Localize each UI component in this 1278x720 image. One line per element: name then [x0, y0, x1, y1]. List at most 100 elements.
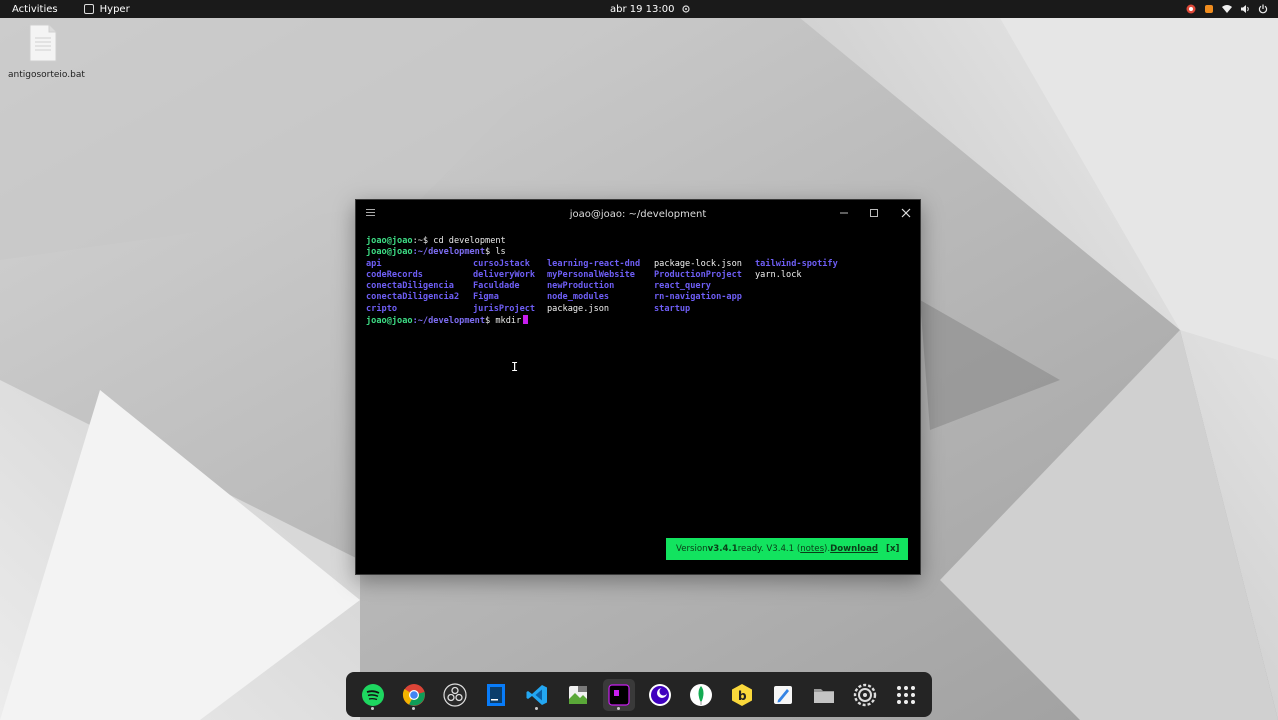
ls-entry-directory: deliveryWork: [473, 269, 536, 280]
running-indicator: [412, 706, 415, 710]
dock-mongodb-compass[interactable]: [685, 679, 717, 711]
prompt-path: :~/development: [412, 316, 486, 327]
prompt-user: joao@joao: [366, 316, 413, 327]
ls-entry-file: [755, 304, 865, 315]
hyper-terminal-icon: [607, 683, 630, 706]
ls-entry-directory: startup: [654, 303, 691, 314]
dock-jetbrains[interactable]: [480, 679, 512, 711]
running-indicator: [535, 706, 538, 710]
command-text: ls: [490, 247, 506, 258]
release-notes-link[interactable]: notes: [800, 544, 824, 554]
settings-icon: [853, 683, 876, 706]
desktop-file-label: antigosorteio.bat: [8, 70, 85, 80]
ls-entry-directory: newProduction: [547, 281, 615, 292]
dock-hyper[interactable]: [602, 678, 635, 711]
wifi-icon[interactable]: [1222, 4, 1232, 14]
terminal-cursor: [523, 315, 529, 325]
ls-entry-directory: Faculdade: [473, 281, 520, 292]
prompt-path: :~$: [412, 236, 429, 246]
ls-entry-directory: node_modules: [547, 292, 610, 303]
dock-beekeeper[interactable]: b: [726, 679, 758, 711]
jetbrains-icon: [486, 683, 505, 706]
download-link[interactable]: Download: [830, 544, 878, 554]
spotify-icon: [361, 683, 384, 706]
dock: b: [346, 672, 932, 717]
ls-entry-file: [755, 281, 865, 292]
ls-entry-directory: api: [366, 258, 382, 269]
svg-text:b: b: [738, 689, 747, 703]
close-icon[interactable]: [900, 207, 912, 219]
chrome-tray-icon[interactable]: [1186, 4, 1196, 14]
ls-entry-file: [755, 292, 865, 303]
dock-insomnia[interactable]: [644, 679, 676, 711]
ls-listing: api cursoJstack learning-react-dnd package-…: [366, 259, 910, 315]
ls-entry-directory: conectaDiligencia: [366, 281, 454, 292]
ls-entry-file: yarn.lock: [755, 269, 802, 280]
dock-files[interactable]: [808, 679, 840, 711]
ls-entry-directory: tailwind-spotify: [755, 258, 838, 269]
app-name: Hyper: [99, 3, 130, 15]
minimize-icon[interactable]: [838, 207, 850, 219]
terminal-title: joao@joao: ~/development: [569, 209, 707, 220]
dock-text-editor[interactable]: [767, 679, 799, 711]
ls-entry-directory: myPersonalWebsite: [547, 269, 635, 280]
ls-entry-directory: learning-react-dnd: [547, 258, 641, 269]
dock-gedit[interactable]: [562, 679, 594, 711]
ibeam-cursor-icon: I: [511, 360, 519, 374]
top-bar: Activities Hyper abr 19 13:00: [0, 0, 1278, 18]
ls-entry-file: package.json: [547, 303, 610, 314]
ls-entry-directory: codeRecords: [366, 269, 423, 280]
app-menu[interactable]: Hyper: [83, 3, 130, 15]
power-icon[interactable]: [1258, 4, 1268, 14]
ls-entry-directory: react_query: [654, 281, 711, 292]
dock-vscode[interactable]: [521, 679, 553, 711]
prompt-user: joao@joao: [366, 236, 413, 246]
ls-entry-directory: rn-navigation-app: [654, 292, 742, 303]
update-version: v3.4.1: [707, 544, 738, 554]
text-editor-icon: [773, 685, 792, 704]
terminal-line: joao@joao:~$ cd development: [366, 236, 910, 247]
app-menu-icon: [83, 4, 94, 14]
update-ready-text: ready. V3.4.1 (: [737, 544, 801, 554]
ls-entry-file: package-lock.json: [654, 258, 742, 269]
gedit-icon: [568, 685, 587, 704]
system-tray: [1186, 0, 1268, 18]
ls-entry-directory: cursoJstack: [473, 258, 530, 269]
ls-entry-directory: jurisProject: [473, 303, 536, 314]
activities-button[interactable]: Activities: [12, 4, 58, 15]
prompt-path: :~/development: [412, 247, 486, 258]
beekeeper-icon: b: [731, 683, 752, 706]
insomnia-icon: [648, 683, 671, 706]
terminal-output[interactable]: joao@joao:~$ cd development joao@joao:~/…: [366, 236, 910, 326]
desktop-file-item[interactable]: antigosorteio.bat: [8, 24, 85, 81]
dismiss-update-button[interactable]: [x]: [886, 544, 899, 554]
ls-entry-directory: Figma: [473, 292, 499, 303]
update-notification: Version v3.4.1 ready. V3.4.1 (notes). Do…: [666, 538, 908, 560]
volume-icon[interactable]: [1240, 4, 1250, 14]
running-indicator: [371, 706, 374, 710]
dock-show-apps[interactable]: [890, 679, 922, 711]
clock[interactable]: abr 19 13:00: [610, 0, 691, 18]
prompt-user: joao@joao: [366, 247, 413, 258]
terminal-line: joao@joao:~/development$ mkdir: [366, 315, 910, 326]
notification-tray-icon[interactable]: [1204, 4, 1214, 14]
obs-icon: [442, 682, 467, 707]
dock-chrome[interactable]: [398, 679, 430, 711]
chrome-icon: [402, 683, 425, 706]
ls-entry-directory: cripto: [366, 303, 398, 314]
mongodb-compass-icon: [689, 683, 712, 706]
dock-settings[interactable]: [849, 679, 881, 711]
command-text: cd development: [428, 236, 506, 246]
running-indicator: [617, 706, 620, 710]
terminal-line: joao@joao:~/development$ ls: [366, 247, 910, 258]
terminal-titlebar[interactable]: joao@joao: ~/development: [356, 200, 920, 228]
terminal-window[interactable]: joao@joao: ~/development joao@joao:~$ cd…: [355, 199, 921, 575]
dock-spotify[interactable]: [357, 679, 389, 711]
dock-obs[interactable]: [439, 679, 471, 711]
update-prefix: Version: [676, 544, 708, 554]
command-text: mkdir: [490, 316, 522, 327]
file-document-icon: [29, 24, 57, 62]
files-icon: [813, 688, 834, 703]
maximize-icon[interactable]: [868, 207, 880, 219]
ls-entry-directory: conectaDiligencia2: [366, 292, 460, 303]
